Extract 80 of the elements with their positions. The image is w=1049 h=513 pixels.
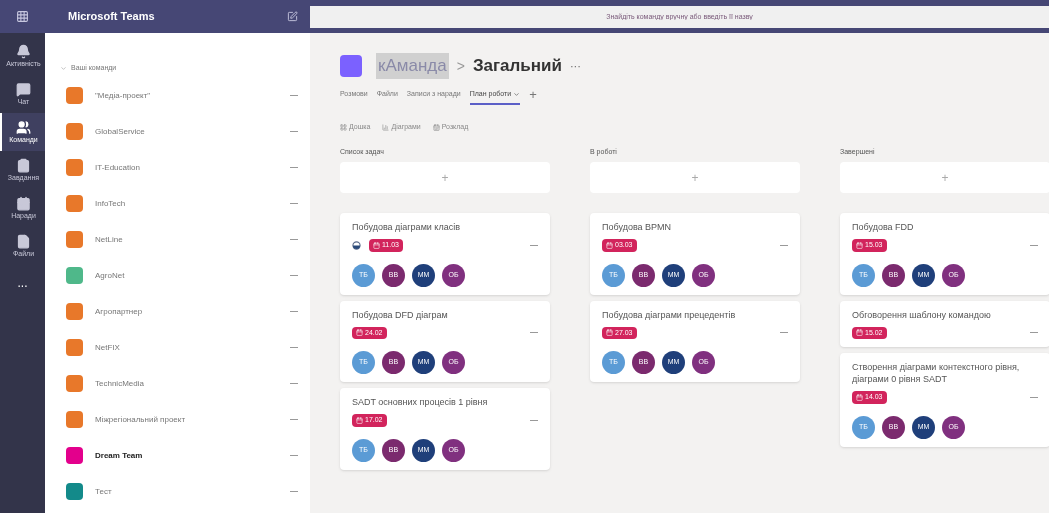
team-logo (340, 55, 362, 77)
more-options-icon[interactable] (1030, 331, 1038, 335)
calendar-icon (606, 329, 613, 337)
chevron-icon[interactable] (60, 64, 67, 72)
team-item[interactable]: "Медіа-проект" (60, 77, 298, 114)
more-options-icon[interactable] (780, 243, 788, 247)
board-icon (340, 123, 347, 131)
task-title: Побудова діаграми прецедентів (602, 308, 737, 321)
more-options-icon[interactable] (290, 202, 298, 205)
team-item[interactable]: TechnicMedia (60, 365, 298, 402)
app-title: Microsoft Teams (68, 9, 155, 25)
bell-icon (16, 44, 31, 59)
team-name: NetLine (95, 233, 124, 246)
task-title: SADT основних процесів 1 рівня (352, 396, 489, 408)
add-tab-button[interactable]: + (529, 85, 537, 105)
more-options-icon[interactable] (290, 310, 298, 313)
more-options-icon[interactable] (290, 274, 298, 277)
calendar-icon (356, 416, 363, 424)
team-item[interactable]: Міжрегіональний проект (60, 401, 298, 438)
team-name: Агропартнер (95, 305, 144, 318)
more-options-icon[interactable] (290, 454, 298, 457)
team-item[interactable]: IT-Education (60, 149, 298, 186)
breadcrumb-separator: > (456, 56, 465, 76)
more-options-icon[interactable] (290, 238, 298, 241)
team-item[interactable]: Тест (60, 473, 298, 510)
charts-icon (382, 123, 390, 131)
chat-icon (16, 82, 31, 97)
team-name: NetFIX (95, 341, 121, 354)
task-title: Обговорення шаблону командою (852, 308, 992, 321)
app-grid-icon[interactable] (16, 10, 29, 23)
calendar-icon (856, 241, 863, 249)
task-title: Побудова FDD (852, 221, 915, 233)
chevron-icon (513, 90, 521, 98)
team-name: TechnicMedia (95, 377, 145, 390)
more-options-icon[interactable] (290, 166, 298, 169)
more-apps-button[interactable]: ... (0, 265, 45, 301)
team-name: GlobalService (95, 125, 146, 138)
team-item[interactable]: NetFIX (60, 329, 298, 366)
more-options-icon[interactable] (530, 418, 538, 422)
team-item[interactable]: GlobalService (60, 113, 298, 150)
team-item[interactable]: Dream Team (60, 437, 298, 474)
team-item[interactable]: NetLine (60, 221, 298, 258)
team-name: Міжрегіональний проект (95, 413, 187, 426)
team-name: InfoTech (95, 197, 127, 210)
calendar-icon (856, 329, 863, 337)
more-options-icon[interactable] (290, 130, 298, 133)
compose-icon[interactable] (287, 11, 298, 22)
tasks-icon (16, 158, 31, 173)
more-options-icon[interactable] (290, 94, 298, 97)
meetings-icon (16, 196, 31, 211)
more-options-icon[interactable] (1030, 243, 1038, 247)
team-name: IT-Education (95, 161, 141, 174)
calendar-icon (856, 393, 863, 401)
more-options-button[interactable]: ··· (569, 57, 581, 75)
team-item[interactable]: AgroNet (60, 257, 298, 294)
channel-name: Загальний (472, 55, 562, 78)
more-options-icon[interactable] (780, 331, 788, 335)
team-name: Dream Team (95, 449, 144, 462)
task-title: Побудова діаграми класів (352, 221, 461, 233)
more-options-icon[interactable] (290, 346, 298, 349)
team-name: "Медіа-проект" (95, 89, 152, 102)
schedule-icon (432, 123, 440, 131)
more-options-icon[interactable] (1030, 395, 1038, 399)
team-name: Тест (95, 485, 113, 498)
task-title: Побудова DFD діаграм (352, 308, 449, 321)
calendar-icon (606, 241, 613, 249)
more-options-icon[interactable] (530, 243, 538, 247)
more-options-icon[interactable] (530, 331, 538, 335)
files-icon (16, 234, 31, 249)
team-name: AgroNet (95, 269, 126, 282)
more-options-icon[interactable] (290, 418, 298, 421)
task-title: Побудова BPMN (602, 221, 673, 233)
more-options-icon[interactable] (290, 490, 298, 493)
team-item[interactable]: Агропартнер (60, 293, 298, 330)
task-title: Створення діаграми контекстного рівня, діаграми 0 рівня SADT (852, 361, 1021, 385)
calendar-icon (356, 329, 363, 337)
teams-icon (16, 120, 31, 135)
calendar-icon (373, 241, 380, 249)
more-options-icon[interactable] (290, 382, 298, 385)
team-item[interactable]: InfoTech (60, 185, 298, 222)
